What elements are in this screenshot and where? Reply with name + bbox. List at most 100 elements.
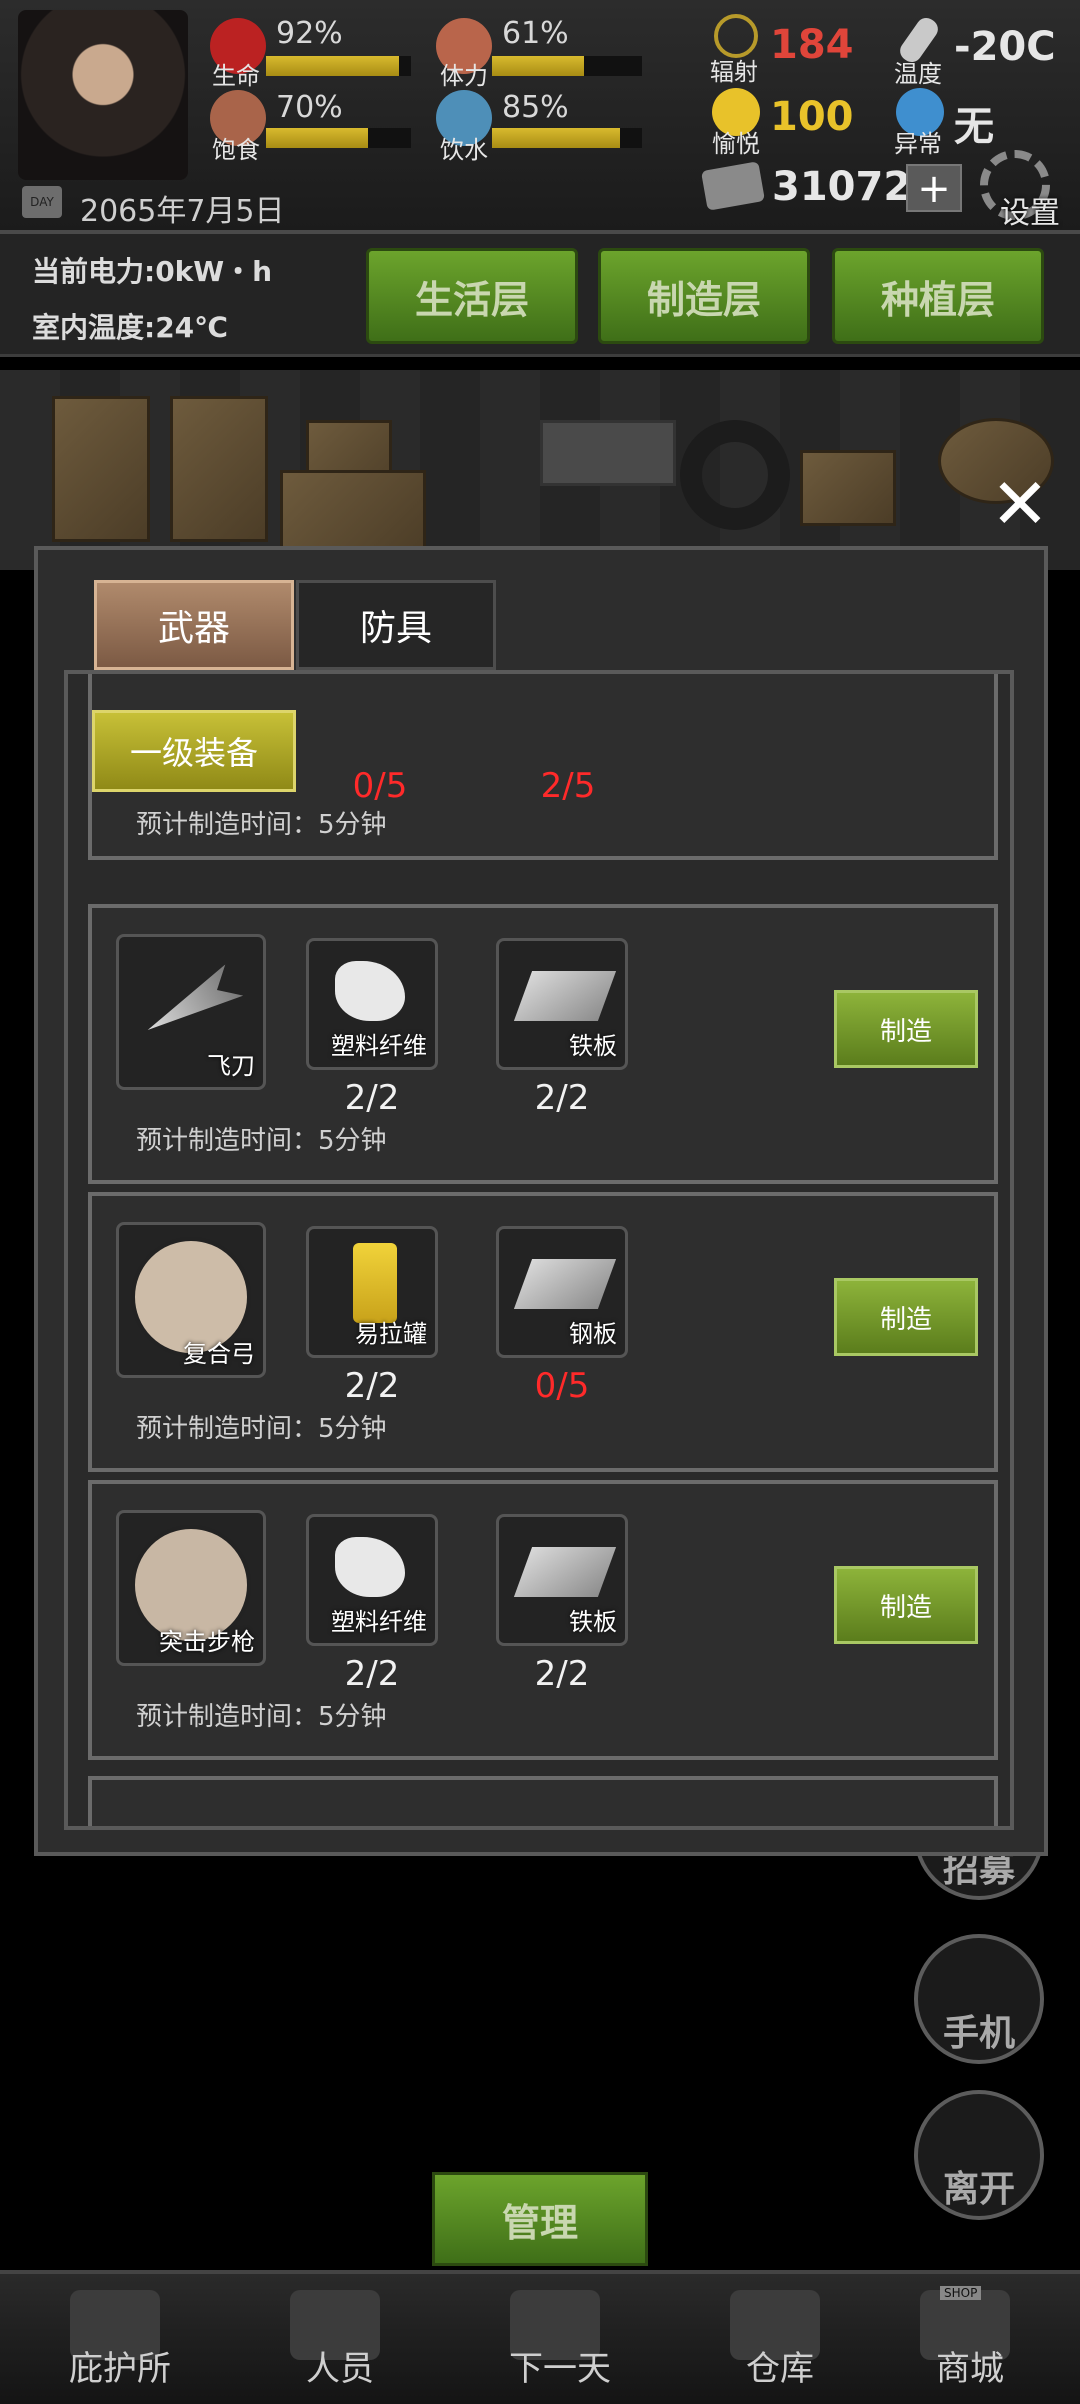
phone-label: 手机 [942, 2013, 1015, 2054]
satiety-bar [266, 128, 411, 148]
stamina-label: 体力 [440, 62, 488, 90]
iron-plate-icon [513, 971, 617, 1021]
material-slot[interactable]: 钢板 [496, 1226, 628, 1358]
nav-people[interactable]: 人员 [240, 2290, 440, 2390]
hydration-label: 饮水 [440, 136, 488, 164]
money-value: 31072 [772, 164, 912, 210]
date-text: 2065年7月5日 [80, 194, 285, 229]
nav-label: 商城 [936, 2349, 1004, 2389]
craft-time: 预计制造时间：5分钟 [136, 1702, 387, 1732]
temperature-label: 温度 [894, 60, 942, 88]
phone-button[interactable]: 手机 [914, 1934, 1044, 2064]
stamina-percent: 61% [502, 16, 569, 51]
material-qty: 2/2 [344, 1078, 400, 1118]
material-name: 铁板 [569, 1608, 617, 1636]
material-qty: 2/2 [534, 1078, 590, 1118]
shelf-crate [170, 396, 268, 542]
nav-shelter[interactable]: 庇护所 [20, 2290, 220, 2390]
material-name: 钢板 [569, 1320, 617, 1348]
shelf-crate [52, 396, 150, 542]
tab-weapons[interactable]: 武器 [94, 580, 294, 670]
satiety-bar-fill [266, 128, 368, 148]
nav-next-day[interactable]: 下一天 [460, 2290, 660, 2390]
leave-label: 离开 [942, 2169, 1015, 2210]
nav-label: 人员 [306, 2349, 374, 2389]
shop-badge: SHOP [940, 2286, 982, 2300]
health-bar [266, 56, 411, 76]
material-qty: 2/2 [534, 1654, 590, 1694]
item-name: 复合弓 [183, 1340, 255, 1368]
craft-button[interactable]: 制造 [834, 1566, 978, 1644]
plastic-fiber-icon [335, 1537, 405, 1597]
radiation-value: 184 [770, 22, 854, 68]
health-bar-fill [266, 56, 400, 76]
material-slot[interactable]: 塑料纤维 [306, 1514, 438, 1646]
abnormal-value: 无 [954, 104, 994, 150]
plastic-fiber-icon [335, 961, 405, 1021]
hydration-bar-fill [492, 128, 620, 148]
recipe-card-partial [88, 1776, 998, 1826]
item-slot[interactable]: 飞刀 [116, 934, 266, 1090]
radiation-label: 辐射 [710, 58, 758, 86]
item-slot[interactable]: 复合弓 [116, 1222, 266, 1378]
material-qty: 2/5 [540, 766, 596, 806]
settings-label[interactable]: 设置 [1000, 188, 1060, 232]
recipe-card: 突击步枪 塑料纤维 2/2 铁板 2/2 预计制造时间：5分钟 制造 [88, 1480, 998, 1760]
temperature-value: -20C [954, 24, 1056, 70]
floor-farming-button[interactable]: 种植层 [832, 248, 1044, 344]
item-slot[interactable]: 突击步枪 [116, 1510, 266, 1666]
abnormal-label: 异常 [894, 130, 942, 158]
hydration-bar [492, 128, 642, 148]
leave-button[interactable]: 离开 [914, 2090, 1044, 2220]
material-name: 铁板 [569, 1032, 617, 1060]
survivor-portrait[interactable] [18, 10, 188, 180]
power-text: 当前电力:0kW・h [32, 255, 273, 288]
nav-label: 下一天 [509, 2349, 611, 2389]
metal-box [540, 420, 676, 486]
craft-time: 预计制造时间：5分钟 [136, 1126, 387, 1156]
recipe-card: 飞刀 塑料纤维 2/2 铁板 2/2 预计制造时间：5分钟 制造 [88, 904, 998, 1184]
craft-time: 预计制造时间：5分钟 [136, 810, 387, 840]
item-name: 突击步枪 [159, 1628, 255, 1656]
material-slot[interactable]: 塑料纤维 [306, 938, 438, 1070]
nav-label: 仓库 [746, 2349, 814, 2389]
stamina-bar-fill [492, 56, 584, 76]
craft-button[interactable]: 制造 [834, 990, 978, 1068]
mood-value: 100 [770, 94, 854, 140]
material-qty: 2/2 [344, 1366, 400, 1406]
stamina-bar [492, 56, 642, 76]
craft-button[interactable]: 制造 [834, 1278, 978, 1356]
wooden-crate [280, 470, 426, 556]
material-qty: 0/5 [534, 1366, 590, 1406]
nav-warehouse[interactable]: 仓库 [680, 2290, 880, 2390]
indoor-temp-text: 室内温度:24℃ [32, 311, 229, 344]
iron-plate-icon [513, 1547, 617, 1597]
material-name: 塑料纤维 [331, 1032, 427, 1060]
soda-can-icon [353, 1243, 397, 1323]
recipe-list[interactable]: 0/5 2/5 预计制造时间：5分钟 飞刀 塑料纤维 2/2 铁板 2/2 预计… [64, 670, 1014, 1830]
tier-1-equipment-button[interactable]: 一级装备 [92, 710, 296, 792]
tire [680, 420, 790, 530]
item-name: 飞刀 [207, 1052, 255, 1080]
floor-crafting-button[interactable]: 制造层 [598, 248, 810, 344]
material-name: 易拉罐 [355, 1320, 427, 1348]
steel-plate-icon [513, 1259, 617, 1309]
throwing-knife-icon [139, 964, 244, 1045]
tab-armor[interactable]: 防具 [296, 580, 496, 670]
recipe-card: 复合弓 易拉罐 2/2 钢板 0/5 预计制造时间：5分钟 制造 [88, 1192, 998, 1472]
floor-living-button[interactable]: 生活层 [366, 248, 578, 344]
material-slot[interactable]: 铁板 [496, 938, 628, 1070]
mood-label: 愉悦 [712, 130, 760, 158]
health-percent: 92% [276, 16, 343, 51]
open-crate [800, 450, 896, 526]
add-money-button[interactable]: + [906, 164, 962, 212]
material-slot[interactable]: 易拉罐 [306, 1226, 438, 1358]
close-icon[interactable]: ✕ [988, 469, 1052, 539]
manage-button[interactable]: 管理 [432, 2172, 648, 2266]
craft-time: 预计制造时间：5分钟 [136, 1414, 387, 1444]
calendar-icon: DAY [22, 186, 62, 218]
material-name: 塑料纤维 [331, 1608, 427, 1636]
material-qty: 2/2 [344, 1654, 400, 1694]
material-slot[interactable]: 铁板 [496, 1514, 628, 1646]
nav-shop[interactable]: SHOP 商城 [870, 2286, 1070, 2390]
